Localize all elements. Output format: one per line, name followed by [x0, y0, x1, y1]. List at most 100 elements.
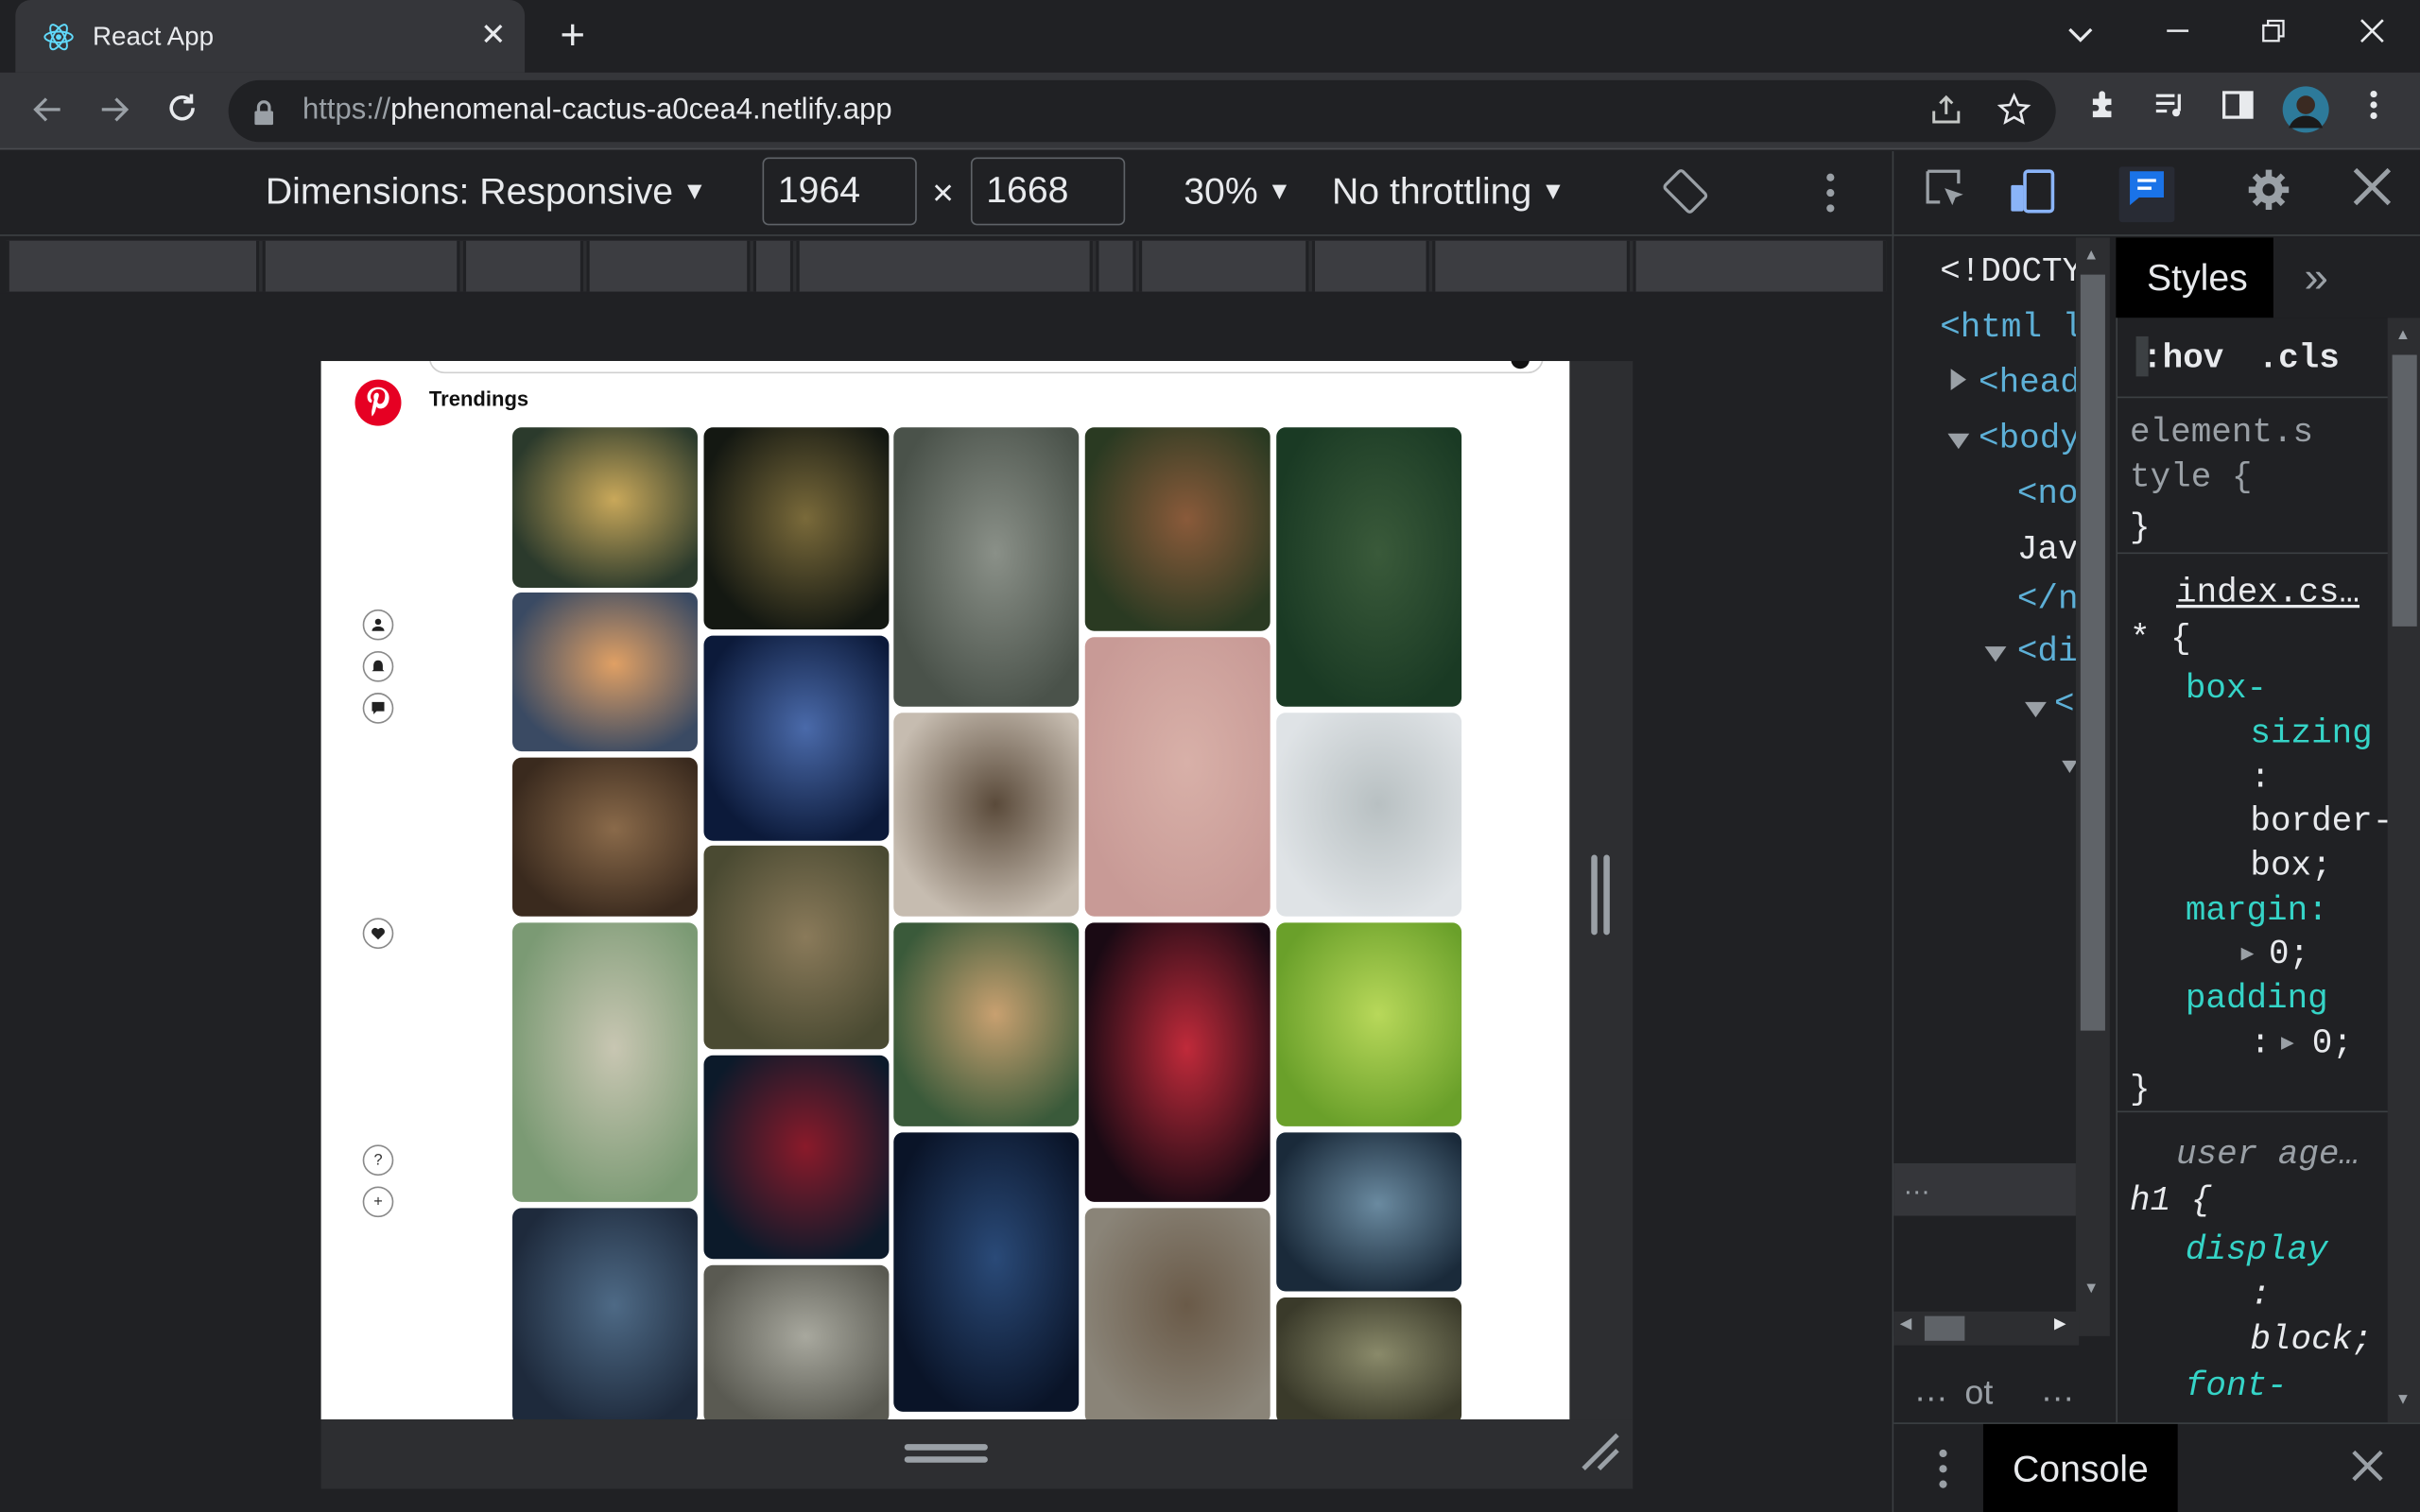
- styles-scrollbar[interactable]: ▲ ▼: [2387, 318, 2420, 1423]
- expand-triangle-icon[interactable]: ▶: [2281, 1031, 2294, 1057]
- styles-pane[interactable]: :hov .cls element.s tyle { } index.cs… *…: [2116, 318, 2420, 1423]
- tab-search-chevron-icon[interactable]: [2057, 12, 2103, 56]
- media-query-segment[interactable]: [586, 240, 751, 292]
- pin-image-child-alley[interactable]: [893, 427, 1080, 707]
- stylesheet-link[interactable]: index.cs…: [2176, 574, 2360, 612]
- collapse-triangle-icon[interactable]: [1983, 636, 2008, 675]
- pin-image-umbrella-rain[interactable]: [512, 1208, 698, 1420]
- media-query-bar[interactable]: [6, 240, 1887, 292]
- drawer-menu-icon[interactable]: [1937, 1446, 1949, 1500]
- dom-node[interactable]: <!DOCTY: [1940, 253, 2079, 292]
- scrollbar-thumb[interactable]: [2080, 274, 2105, 1031]
- styles-tab[interactable]: Styles: [2116, 237, 2273, 318]
- extensions-puzzle-icon[interactable]: [2081, 88, 2127, 134]
- pin-image-lantern-beach[interactable]: [893, 713, 1080, 917]
- hov-toggle[interactable]: :hov: [2142, 339, 2223, 378]
- breadcrumb-strip[interactable]: …: [1893, 1163, 2076, 1216]
- pin-image-sprout[interactable]: [1276, 1297, 1462, 1420]
- media-queue-icon[interactable]: [2147, 88, 2193, 134]
- device-toggle-icon[interactable]: [2005, 166, 2061, 222]
- expand-triangle-icon[interactable]: [1949, 364, 1968, 403]
- chat-icon[interactable]: [362, 693, 394, 724]
- pin-image-bird-branch[interactable]: [1084, 637, 1270, 917]
- new-tab-button[interactable]: +: [551, 9, 595, 62]
- dom-node[interactable]: <head: [1979, 364, 2079, 403]
- media-query-segment[interactable]: [462, 240, 584, 292]
- cls-toggle[interactable]: .cls: [2258, 339, 2340, 378]
- dom-node[interactable]: <no: [2017, 475, 2079, 514]
- pin-image-corgi-running[interactable]: [893, 922, 1080, 1126]
- media-query-segment[interactable]: [1138, 240, 1309, 292]
- inspect-element-icon[interactable]: [1918, 166, 1974, 222]
- pin-image-car-rain[interactable]: [1276, 1132, 1462, 1292]
- pin-image-man-in-rain[interactable]: [1084, 1208, 1270, 1420]
- media-query-segment[interactable]: [262, 240, 460, 292]
- elements-scrollbar[interactable]: ▲ ▼: [2075, 237, 2110, 1336]
- address-bar[interactable]: https://phenomenal-cactus-a0cea4.netlify…: [228, 79, 2056, 143]
- pin-image-ornament-bokeh[interactable]: [512, 427, 698, 589]
- height-input[interactable]: 1668: [970, 157, 1126, 226]
- pin-image-snowy-pine[interactable]: [1276, 713, 1462, 917]
- back-arrow-icon[interactable]: [22, 85, 75, 138]
- scrollbar-thumb[interactable]: [2392, 354, 2417, 627]
- pin-image-blue-butterflies[interactable]: [703, 635, 890, 841]
- dom-node[interactable]: <di: [2017, 632, 2079, 671]
- help-icon[interactable]: ?: [362, 1144, 394, 1177]
- pin-image-owl-face[interactable]: [512, 757, 698, 917]
- horizontal-scrollbar[interactable]: ◀ ▶: [1893, 1311, 2080, 1346]
- media-query-segment[interactable]: [1311, 240, 1429, 292]
- profile-icon[interactable]: [362, 609, 394, 641]
- width-input[interactable]: 1964: [762, 157, 917, 226]
- pin-image-girls-leaf[interactable]: [512, 922, 698, 1202]
- pin-image-cat-christmas[interactable]: [1084, 427, 1270, 631]
- tab-close-icon[interactable]: ✕: [480, 19, 506, 53]
- media-query-segment[interactable]: [6, 240, 260, 292]
- dom-node[interactable]: <: [2054, 685, 2075, 724]
- pin-image-baby-elephant[interactable]: [703, 845, 890, 1050]
- pinterest-logo-icon[interactable]: [354, 379, 402, 426]
- close-devtools-icon[interactable]: [2344, 166, 2400, 222]
- zoom-dropdown[interactable]: 30% ▼: [1184, 171, 1291, 215]
- corner-resize-icon[interactable]: [1578, 1429, 1624, 1483]
- side-panel-icon[interactable]: [2215, 88, 2261, 134]
- bell-icon[interactable]: [362, 650, 394, 682]
- dom-node[interactable]: Jav: [2017, 531, 2079, 570]
- dimensions-dropdown[interactable]: Dimensions: Responsive ▼: [266, 171, 707, 215]
- dom-node[interactable]: <body: [1979, 420, 2079, 458]
- issues-chat-icon[interactable]: [2118, 166, 2175, 223]
- settings-gear-icon[interactable]: [2241, 166, 2297, 222]
- minimize-icon[interactable]: [2154, 12, 2201, 56]
- media-query-segment[interactable]: [1096, 240, 1136, 292]
- star-bookmark-icon[interactable]: [1996, 93, 2031, 134]
- search-clear-icon[interactable]: [1511, 361, 1530, 369]
- browser-menu-icon[interactable]: [2351, 88, 2397, 134]
- pin-image-couple-sunset[interactable]: [512, 592, 698, 752]
- dom-node[interactable]: <html l: [1940, 309, 2079, 348]
- throttling-dropdown[interactable]: No throttling ▼: [1332, 171, 1565, 215]
- browser-tab[interactable]: React App ✕: [15, 0, 526, 73]
- expand-triangle-icon[interactable]: ▶: [2241, 941, 2255, 968]
- add-icon[interactable]: +: [362, 1186, 394, 1218]
- share-icon[interactable]: [1929, 93, 1963, 134]
- pin-image-misty-forest[interactable]: [893, 1132, 1080, 1412]
- rotate-icon[interactable]: [1661, 166, 1710, 223]
- console-tab[interactable]: Console: [1982, 1423, 2178, 1512]
- restore-icon[interactable]: [2250, 12, 2296, 56]
- more-tabs-chevron-icon[interactable]: »: [2305, 253, 2328, 302]
- pin-image-lemur[interactable]: [1276, 427, 1462, 707]
- forward-arrow-icon[interactable]: [88, 85, 141, 138]
- bottom-resize-handle[interactable]: [320, 1419, 1634, 1489]
- collapse-triangle-icon[interactable]: [2023, 691, 2048, 730]
- right-resize-handle[interactable]: [1569, 361, 1634, 1420]
- close-window-icon[interactable]: [2349, 12, 2395, 56]
- search-bar[interactable]: [428, 361, 1544, 374]
- collapse-triangle-icon[interactable]: [1946, 422, 1971, 461]
- media-query-segment[interactable]: [1432, 240, 1631, 292]
- close-drawer-icon[interactable]: [2351, 1449, 2385, 1490]
- media-query-segment[interactable]: [796, 240, 1093, 292]
- pin-image-rainy-woman[interactable]: [703, 1264, 890, 1420]
- profile-avatar[interactable]: [2281, 85, 2329, 133]
- heart-icon[interactable]: [362, 918, 394, 950]
- pin-image-gold-bauble[interactable]: [703, 427, 890, 630]
- dom-node[interactable]: </n: [2017, 580, 2079, 619]
